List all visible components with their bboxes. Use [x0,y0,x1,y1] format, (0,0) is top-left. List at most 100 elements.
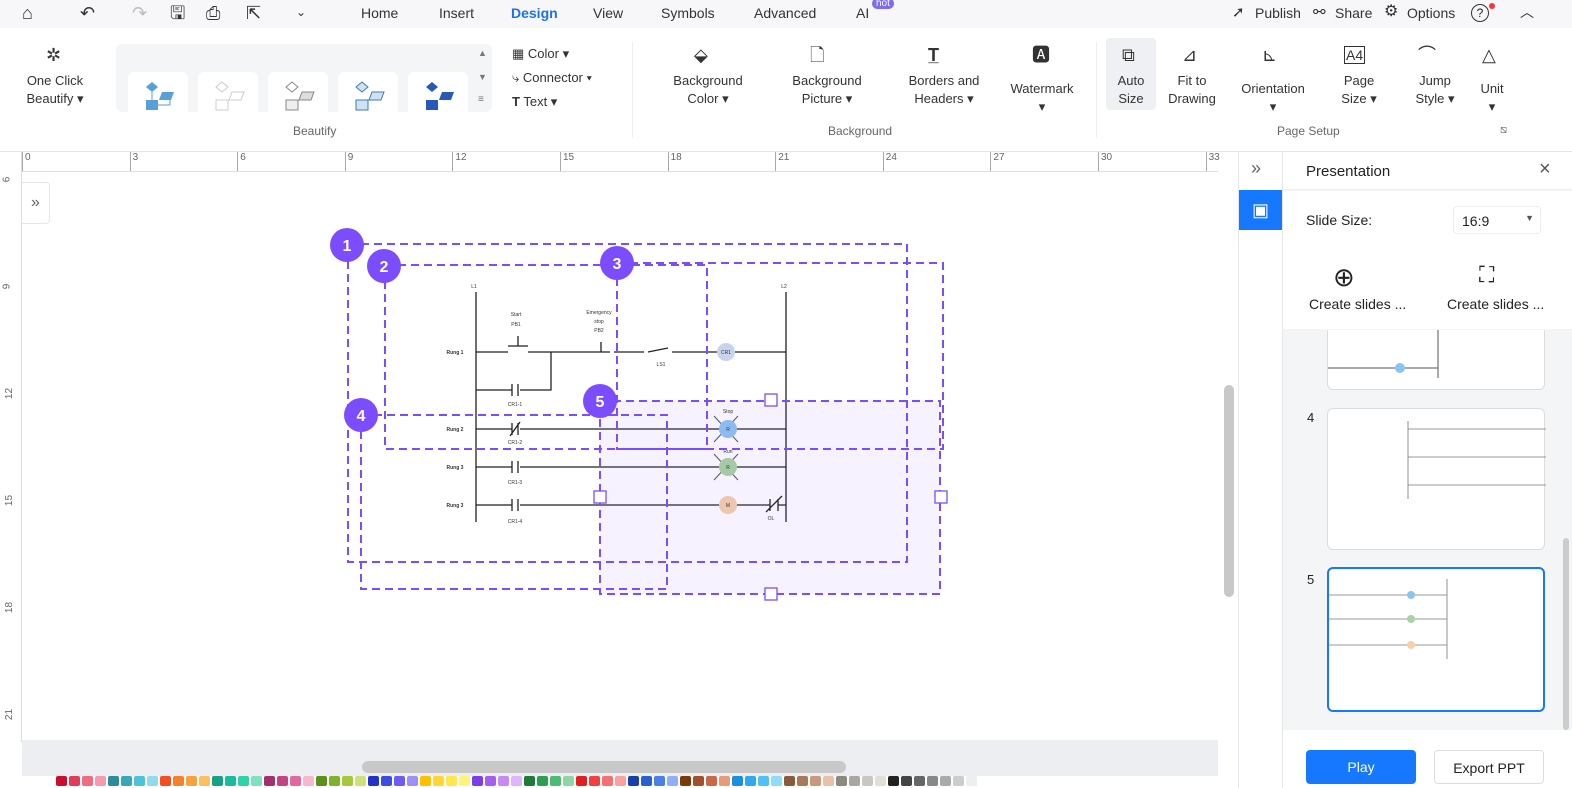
color-swatch[interactable] [69,776,80,786]
color-swatch[interactable] [95,776,106,786]
options-button[interactable]: Options [1407,5,1455,21]
color-swatch[interactable] [940,776,951,786]
color-swatch[interactable] [381,776,392,786]
color-swatch[interactable] [394,776,405,786]
play-button[interactable]: Play [1306,750,1416,784]
label-estop: stop [594,319,604,325]
color-swatch[interactable] [251,776,262,786]
color-swatch[interactable] [368,776,379,786]
color-swatch[interactable] [433,776,444,786]
presentation-tab-icon[interactable]: ▣ [1239,190,1282,230]
slide-thumbnail-3[interactable] [1327,330,1545,390]
color-swatch[interactable] [550,776,561,786]
collapse-ribbon-icon[interactable]: ︿ [1520,5,1534,19]
color-swatch[interactable] [667,776,678,786]
publish-button[interactable]: Publish [1255,5,1301,21]
color-swatch[interactable] [225,776,236,786]
color-swatch[interactable] [472,776,483,786]
resize-handle [764,587,778,601]
color-swatch[interactable] [160,776,171,786]
color-swatch[interactable] [238,776,249,786]
color-swatch[interactable] [966,776,977,786]
color-swatch[interactable] [134,776,145,786]
slide-size-label: Slide Size: [1306,212,1373,228]
color-swatch[interactable] [576,776,587,786]
orientation-button[interactable]: Orientation ▾ [1232,80,1314,116]
color-swatch[interactable] [836,776,847,786]
color-swatch[interactable] [316,776,327,786]
color-swatch[interactable] [407,776,418,786]
color-swatch[interactable] [953,776,964,786]
create-slides-button-2[interactable]: Create slides ... [1447,296,1544,312]
color-swatch[interactable] [199,776,210,786]
color-swatch[interactable] [745,776,756,786]
color-swatch[interactable] [82,776,93,786]
color-swatch[interactable] [758,776,769,786]
color-swatch[interactable] [914,776,925,786]
color-swatch[interactable] [303,776,314,786]
slide-thumbnail-5-selected[interactable] [1327,567,1545,712]
color-swatch[interactable] [901,776,912,786]
color-swatch[interactable] [147,776,158,786]
color-swatch[interactable] [602,776,613,786]
color-swatch[interactable] [329,776,340,786]
color-swatch[interactable] [212,776,223,786]
color-swatch[interactable] [355,776,366,786]
color-swatch[interactable] [784,776,795,786]
color-swatch[interactable] [420,776,431,786]
color-swatch[interactable] [173,776,184,786]
color-swatch[interactable] [56,776,67,786]
color-swatch[interactable] [849,776,860,786]
color-swatch[interactable] [485,776,496,786]
color-swatch[interactable] [771,776,782,786]
color-swatch[interactable] [641,776,652,786]
vertical-scrollbar[interactable] [1224,385,1234,597]
slide-thumbnail-4[interactable] [1327,408,1546,550]
page-size-button[interactable]: Page Size ▾ [1328,72,1390,108]
color-swatch[interactable] [927,776,938,786]
export-ppt-button[interactable]: Export PPT [1434,750,1544,784]
color-swatch[interactable] [797,776,808,786]
color-swatch[interactable] [680,776,691,786]
color-swatch[interactable] [290,776,301,786]
color-swatch[interactable] [537,776,548,786]
color-swatch[interactable] [810,776,821,786]
color-swatch[interactable] [459,776,470,786]
color-swatch[interactable] [628,776,639,786]
jump-style-icon: ⌒ [1418,45,1436,65]
color-swatch[interactable] [615,776,626,786]
color-swatch[interactable] [108,776,119,786]
page-setup-dialog-launcher[interactable]: ⧅ [1500,124,1507,137]
color-swatch[interactable] [875,776,886,786]
color-swatch[interactable] [186,776,197,786]
color-swatch[interactable] [511,776,522,786]
slide-size-select[interactable]: 16:9 ▼ [1453,206,1541,234]
panel-scrollbar[interactable] [1563,538,1569,730]
collapse-panel-icon[interactable]: » [1251,158,1261,179]
color-swatch[interactable] [862,776,873,786]
color-swatch[interactable] [121,776,132,786]
color-swatch[interactable] [342,776,353,786]
color-swatch[interactable] [693,776,704,786]
color-swatch[interactable] [823,776,834,786]
color-swatch[interactable] [498,776,509,786]
horizontal-scrollbar[interactable] [362,761,846,773]
share-button[interactable]: Share [1335,5,1372,21]
color-swatch[interactable] [706,776,717,786]
color-swatch[interactable] [524,776,535,786]
color-swatch[interactable] [654,776,665,786]
contact-cr1-1 [476,352,552,396]
create-slides-button-1[interactable]: Create slides ... [1309,296,1406,312]
jump-style-button[interactable]: Jump Style ▾ [1400,72,1470,108]
color-swatch[interactable] [264,776,275,786]
color-swatch[interactable] [719,776,730,786]
help-button[interactable]: ? [1471,4,1489,22]
color-swatch[interactable] [446,776,457,786]
unit-button[interactable]: Unit ▾ [1472,80,1512,116]
close-icon[interactable]: × [1539,158,1551,181]
color-swatch[interactable] [732,776,743,786]
color-swatch[interactable] [277,776,288,786]
color-swatch[interactable] [589,776,600,786]
color-swatch[interactable] [888,776,899,786]
color-swatch[interactable] [563,776,574,786]
